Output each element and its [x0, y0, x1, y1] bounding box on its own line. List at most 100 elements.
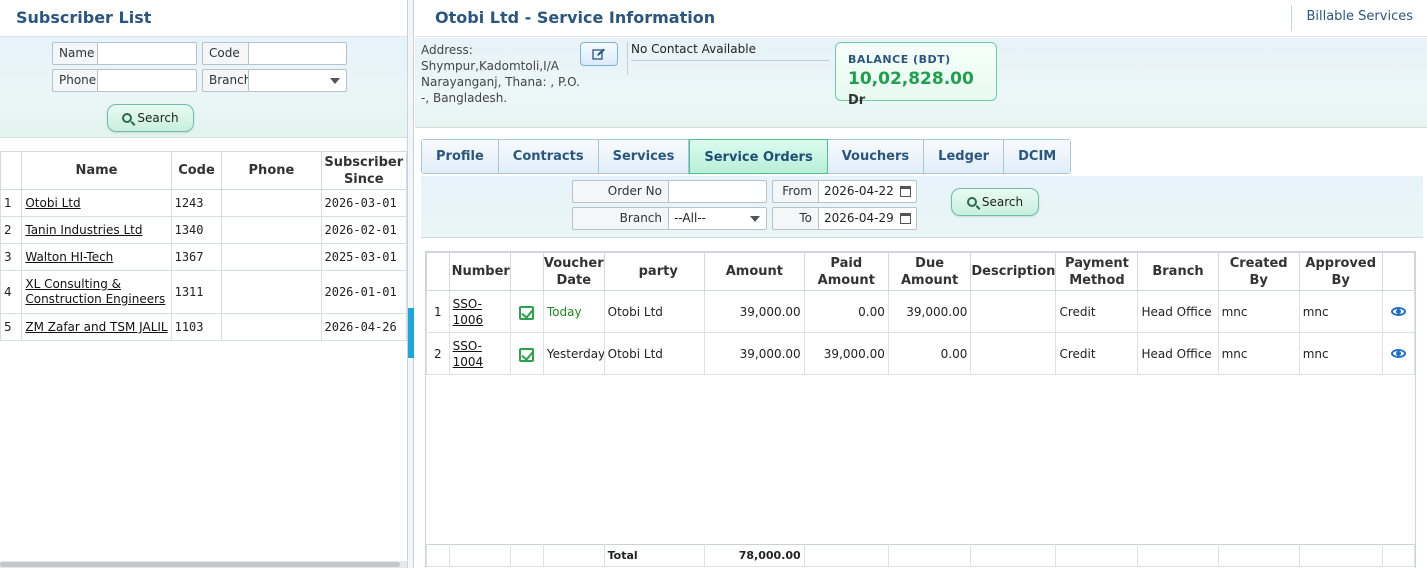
to-date-input[interactable]: 2026-04-29 [818, 207, 917, 230]
col-code: Code [170, 151, 223, 190]
order-no-label: Order No [572, 180, 669, 203]
subscriber-link[interactable]: ZM Zafar and TSM JALIL [25, 320, 167, 334]
from-date-input[interactable]: 2026-04-22 [818, 180, 917, 203]
service-info-header: Otobi Ltd - Service Information Billable… [415, 0, 1427, 37]
tab-service-orders[interactable]: Service Orders [689, 139, 828, 174]
table-row[interactable]: 4 XL Consulting & Construction Engineers… [0, 270, 407, 314]
voucher-date: Yesterday [542, 332, 605, 375]
tab-profile[interactable]: Profile [422, 140, 499, 173]
subscriber-code: 1340 [170, 216, 223, 244]
search-button-label: Search [137, 111, 179, 125]
col-paid-amount: Paid Amount [803, 252, 889, 291]
from-label: From [772, 180, 819, 203]
subscriber-search-button[interactable]: Search [107, 104, 194, 132]
payment-method: Credit [1055, 332, 1139, 375]
subscriber-code: 1243 [170, 189, 223, 217]
approved-check-icon [519, 306, 535, 320]
row-index: 4 [0, 270, 23, 314]
horizontal-scrollbar[interactable] [0, 561, 407, 568]
subscriber-link[interactable]: Tanin Industries Ltd [25, 223, 142, 237]
row-index: 2 [0, 216, 23, 244]
table-row[interactable]: 3 Walton HI-Tech 1367 2025-03-01 [0, 243, 407, 271]
party: Otobi Ltd [603, 290, 706, 333]
empty-space [427, 375, 1415, 545]
subscriber-link[interactable]: Walton HI-Tech [25, 250, 113, 264]
service-tabs: Profile Contracts Services Service Order… [421, 139, 1072, 174]
search-icon [966, 197, 977, 207]
name-input[interactable] [97, 42, 197, 65]
to-label: To [772, 207, 819, 230]
subscriber-since: 2026-04-26 [320, 313, 407, 341]
row-index: 1 [0, 189, 23, 217]
branch: Head Office [1137, 332, 1219, 375]
edit-address-button[interactable] [580, 42, 618, 66]
order-branch-select[interactable]: --All-- [668, 207, 767, 230]
view-icon[interactable] [1390, 306, 1406, 316]
subscriber-summary: Address: Shympur,Kadomtoli,I/A Narayanga… [415, 38, 1427, 128]
description [970, 332, 1057, 375]
calendar-icon[interactable] [900, 186, 911, 197]
subscriber-code: 1103 [170, 313, 223, 341]
tab-vouchers[interactable]: Vouchers [827, 140, 925, 173]
service-info-panel: Otobi Ltd - Service Information Billable… [415, 0, 1427, 568]
view-icon[interactable] [1390, 348, 1406, 358]
phone-input[interactable] [97, 69, 197, 92]
balance-label: BALANCE (BDT) [848, 53, 951, 66]
branch-select[interactable] [248, 69, 347, 92]
subscriber-link[interactable]: XL Consulting & Construction Engineers [25, 277, 165, 306]
subscriber-filter: Name Code Phone Branch Search [0, 37, 407, 138]
col-voucher-date: Voucher Date [542, 252, 605, 291]
balance-value: 10,02,828.00 [848, 69, 974, 89]
table-row[interactable]: 2 SSO-1004 Yesterday Otobi Ltd 39,000.00… [426, 332, 1416, 375]
tab-ledger[interactable]: Ledger [924, 140, 1005, 173]
table-row[interactable]: 1 SSO-1006 Today Otobi Ltd 39,000.00 0.0… [426, 290, 1416, 333]
subscriber-since: 2025-03-01 [320, 243, 407, 271]
total-row: Total 78,000.00 [426, 544, 1416, 567]
table-row[interactable]: 2 Tanin Industries Ltd 1340 2026-02-01 [0, 216, 407, 244]
due-amount: 39,000.00 [887, 290, 972, 333]
search-icon [122, 113, 133, 123]
tab-contracts[interactable]: Contracts [498, 140, 599, 173]
tab-dcim[interactable]: DCIM [1004, 140, 1071, 173]
table-row[interactable]: 5 ZM Zafar and TSM JALIL 1103 2026-04-26 [0, 313, 407, 341]
subscriber-link[interactable]: Otobi Ltd [25, 196, 80, 210]
contact-divider [631, 60, 829, 61]
order-search-button[interactable]: Search [951, 188, 1039, 216]
col-actions [1381, 252, 1416, 291]
subscriber-phone [221, 270, 322, 314]
order-no-input[interactable] [668, 180, 767, 203]
subscriber-table: Name Code Phone Subscriber Since 1 Otobi… [0, 151, 407, 341]
total-label: Total [603, 544, 706, 567]
calendar-icon[interactable] [900, 213, 911, 224]
col-index [426, 252, 450, 291]
col-due-amount: Due Amount [887, 252, 972, 291]
service-info-title: Otobi Ltd - Service Information [435, 8, 716, 27]
col-approved-by: Approved By [1298, 252, 1383, 291]
splitter-handle[interactable] [408, 308, 414, 358]
created-by: mnc [1217, 332, 1300, 375]
subscriber-since: 2026-02-01 [320, 216, 407, 244]
col-number: Number [448, 252, 511, 291]
voucher-date: Today [542, 290, 605, 333]
party: Otobi Ltd [603, 332, 706, 375]
col-name: Name [21, 151, 172, 190]
code-input[interactable] [248, 42, 347, 65]
scrollbar-thumb[interactable] [0, 562, 400, 567]
edit-icon [592, 48, 605, 60]
table-row[interactable]: 1 Otobi Ltd 1243 2026-03-01 [0, 189, 407, 217]
subscriber-code: 1367 [170, 243, 223, 271]
billable-services-link[interactable]: Billable Services [1291, 5, 1427, 31]
approved-by: mnc [1298, 290, 1383, 333]
payment-method: Credit [1055, 290, 1139, 333]
col-amount: Amount [704, 252, 805, 291]
subscriber-since: 2026-03-01 [320, 189, 407, 217]
balance-card: BALANCE (BDT) 10,02,828.00 Dr [835, 42, 997, 108]
order-number-link[interactable]: SSO-1006 [453, 296, 487, 328]
due-amount: 0.00 [887, 332, 972, 375]
col-phone: Phone [221, 151, 322, 190]
order-number-link[interactable]: SSO-1004 [453, 338, 487, 370]
col-subscriber-since: Subscriber Since [320, 151, 407, 190]
panel-splitter[interactable] [408, 0, 414, 568]
from-date-value: 2026-04-22 [824, 184, 894, 198]
tab-services[interactable]: Services [598, 140, 690, 173]
